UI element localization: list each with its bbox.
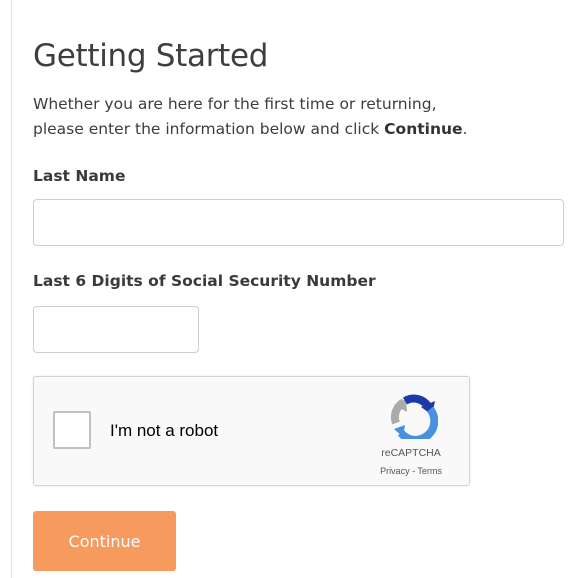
- ssn-last6-input[interactable]: [33, 306, 199, 353]
- intro-line-2: please enter the information below and c…: [33, 117, 568, 142]
- recaptcha-checkbox[interactable]: [53, 411, 91, 449]
- intro-line-2-text: please enter the information below and c…: [33, 120, 385, 138]
- recaptcha-terms-link[interactable]: Terms: [417, 466, 442, 476]
- last-name-input[interactable]: [33, 199, 564, 246]
- intro-line-1: Whether you are here for the first time …: [33, 95, 437, 113]
- recaptcha-brand: reCAPTCHA: [381, 447, 441, 459]
- recaptcha-widget: I'm not a robot reCAPTCHA Privacy - Term…: [33, 376, 470, 486]
- last-name-label: Last Name: [33, 167, 126, 185]
- intro-continue-emphasis: Continue: [384, 120, 463, 138]
- intro-text: Whether you are here for the first time …: [33, 92, 568, 142]
- recaptcha-privacy-link[interactable]: Privacy: [380, 466, 410, 476]
- page-title: Getting Started: [33, 38, 269, 74]
- left-divider: [11, 0, 12, 578]
- continue-button[interactable]: Continue: [33, 511, 176, 571]
- ssn-label: Last 6 Digits of Social Security Number: [33, 272, 376, 290]
- recaptcha-label: I'm not a robot: [110, 421, 219, 440]
- recaptcha-logo-icon: [390, 394, 438, 439]
- intro-line-2-period: .: [462, 120, 468, 138]
- recaptcha-links: Privacy - Terms: [371, 466, 451, 476]
